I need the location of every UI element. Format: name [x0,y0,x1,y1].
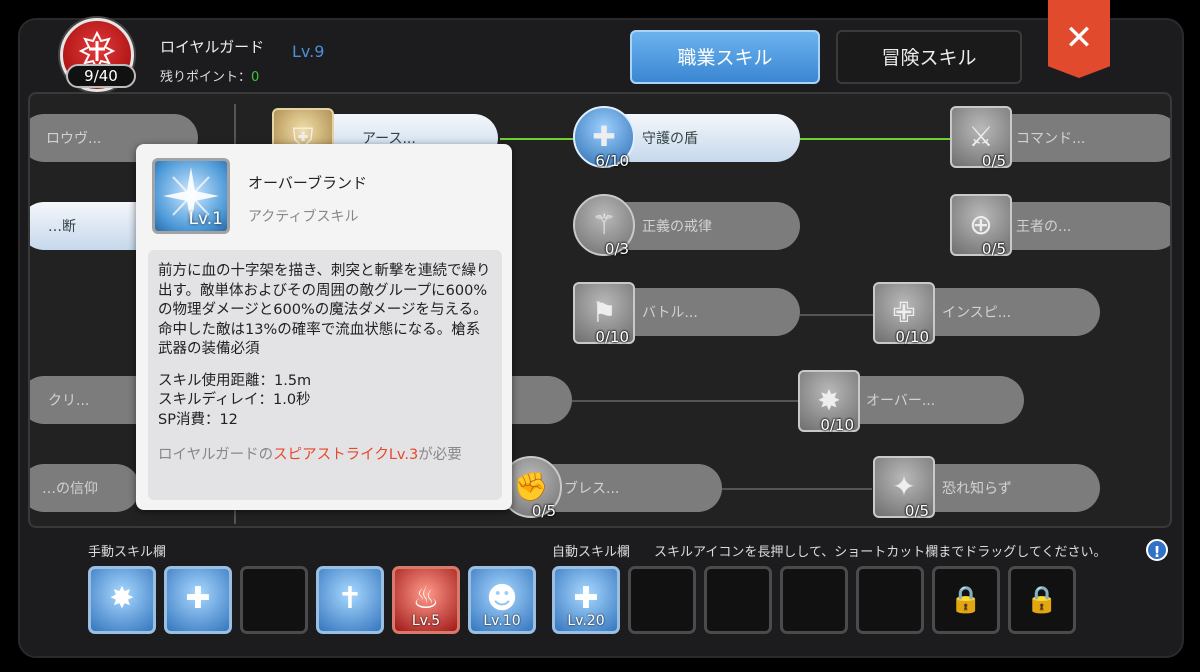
skill-level: 0/10 [820,416,854,434]
shield-glyph-icon: ✚ [592,120,616,153]
skill-level: 6/10 [595,152,629,170]
battle-skill-icon[interactable]: ⚑ 0/10 [573,282,635,346]
lock-icon: 🔒 [1025,585,1059,615]
tooltip-description: 前方に血の十字架を描き、刺突と斬撃を連続で繰り出す。敵単体およびその周囲の敵グル… [158,263,491,357]
royal-shield-icon[interactable]: ⊕ 0/5 [950,194,1012,258]
crosshair-glyph-icon: ⊕ [969,208,993,241]
guardian-shield-icon: ✚ [573,581,599,616]
overbrand-skill-icon[interactable]: ✸ 0/10 [798,370,860,434]
slash-glyph-icon: ⚔ [968,120,994,153]
skill-name: 守護の盾 [642,131,698,147]
auto-slot-empty[interactable] [704,566,772,634]
auto-slot[interactable]: ✚ Lv.20 [552,566,620,634]
job-name: ロイヤルガード [160,38,265,56]
sword-glyph-icon: ⚚ [591,208,617,241]
stat-range: スキル使用距離：1.5m [158,372,312,389]
close-icon: ✕ [1064,18,1094,58]
req-suffix: が必要 [418,447,462,463]
skill-name: クリ... [48,393,90,409]
auto-slot-empty[interactable] [628,566,696,634]
inspire-skill-icon[interactable]: ✙ 0/10 [873,282,935,346]
skill-level: 0/5 [904,502,929,520]
manual-slot[interactable]: ✚ [164,566,232,634]
stat-delay: スキルディレイ：1.0秒 [158,392,311,408]
tab-job-skills[interactable]: 職業スキル [630,30,820,84]
job-level: Lv.9 [292,42,325,61]
points-label: 残りポイント： [160,70,252,85]
auto-slot-empty[interactable] [856,566,924,634]
guardian-shield-icon[interactable]: ✚ 6/10 [573,106,635,170]
skill-node[interactable]: …の信仰 [30,464,140,512]
skill-name: …の信仰 [42,481,98,497]
overbrand-star-icon: Lv.1 [152,158,230,234]
fearless-skill-icon[interactable]: ✦ 0/5 [873,456,935,520]
skill-name: オーバー... [866,393,936,409]
req-prefix: ロイヤルガードの [158,447,274,463]
fire-aura-icon: ♨ [412,581,440,616]
tooltip-skill-type: アクティブスキル [248,209,359,225]
skill-level: 0/5 [981,240,1006,258]
sword-burst-icon: ✸ [109,581,135,616]
power-up-icon: ☻ [486,581,518,616]
info-icon[interactable]: ! [1146,539,1168,561]
lock-icon: 🔒 [949,585,983,615]
tooltip-stats: スキル使用距離：1.5m スキルディレイ：1.0秒 SP消費：12 [158,372,492,431]
star-glyph-icon: ✸ [817,384,841,417]
skill-name: コマンド... [1016,131,1086,147]
shield-star-glyph-icon: ✦ [892,470,916,503]
skill-name: …断 [48,219,76,235]
skill-name: インスピ... [942,305,1012,321]
connector [800,138,950,140]
close-button[interactable]: ✕ [1048,0,1110,78]
skill-level: 0/10 [595,328,629,346]
revive-icon: ✚ [185,581,211,616]
holy-cross-icon: ✝ [337,581,363,616]
slot-level: Lv.5 [411,613,441,629]
manual-slot-empty[interactable] [240,566,308,634]
skill-level: 0/10 [895,328,929,346]
cross-glyph-icon: ✙ [892,296,916,329]
tab-adventure-skills[interactable]: 冒険スキル [836,30,1022,84]
skill-name: 王者の... [1016,219,1072,235]
manual-slot[interactable]: ☻ Lv.10 [468,566,536,634]
connector [722,488,872,490]
command-skill-icon[interactable]: ⚔ 0/5 [950,106,1012,170]
tooltip-body: 前方に血の十字架を描き、刺突と斬撃を連続で繰り出す。敵単体およびその周囲の敵グル… [148,250,502,500]
remaining-points: 残りポイント：0 [160,66,259,85]
points-value: 0 [251,70,260,85]
skill-name: ロウヴ... [46,131,102,147]
auto-slot-locked[interactable]: 🔒 [932,566,1000,634]
connector [572,400,802,402]
sp-counter: 9/40 [66,64,136,88]
auto-slot-locked[interactable]: 🔒 [1008,566,1076,634]
tooltip-requirement: ロイヤルガードのスピアストライクLv.3が必要 [158,446,492,466]
manual-slot[interactable]: ✸ [88,566,156,634]
tooltip-icon-level: Lv.1 [188,209,223,229]
manual-slot[interactable]: ♨ Lv.5 [392,566,460,634]
skill-level: 0/5 [531,502,556,520]
skill-name: バトル... [642,305,698,321]
manual-slot[interactable]: ✝ [316,566,384,634]
slot-level: Lv.10 [483,613,521,629]
skill-name: 恐れ知らず [942,481,1012,497]
auto-slot-empty[interactable] [780,566,848,634]
req-highlight: スピアストライクLv.3 [273,447,419,463]
skill-tooltip: Lv.1 オーバーブランド アクティブスキル 前方に血の十字架を描き、刺突と斬撃… [136,144,512,510]
slot-level: Lv.20 [567,613,605,629]
drag-hint: スキルアイコンを長押しして、ショートカット欄までドラッグしてください。 [654,545,1107,560]
tooltip-title: オーバーブランド [248,174,367,192]
justice-creed-icon[interactable]: ⚚ 0/3 [573,194,635,258]
skill-name: ブレス... [564,481,620,497]
skill-level: 0/3 [604,240,629,258]
banner-glyph-icon: ⚑ [591,296,617,329]
skill-level: 0/5 [981,152,1006,170]
stat-sp: SP消費：12 [158,411,238,428]
manual-skill-label: 手動スキル欄 [88,545,167,560]
auto-skill-label: 自動スキル欄 [552,545,631,560]
skill-name: 正義の戒律 [642,219,712,235]
